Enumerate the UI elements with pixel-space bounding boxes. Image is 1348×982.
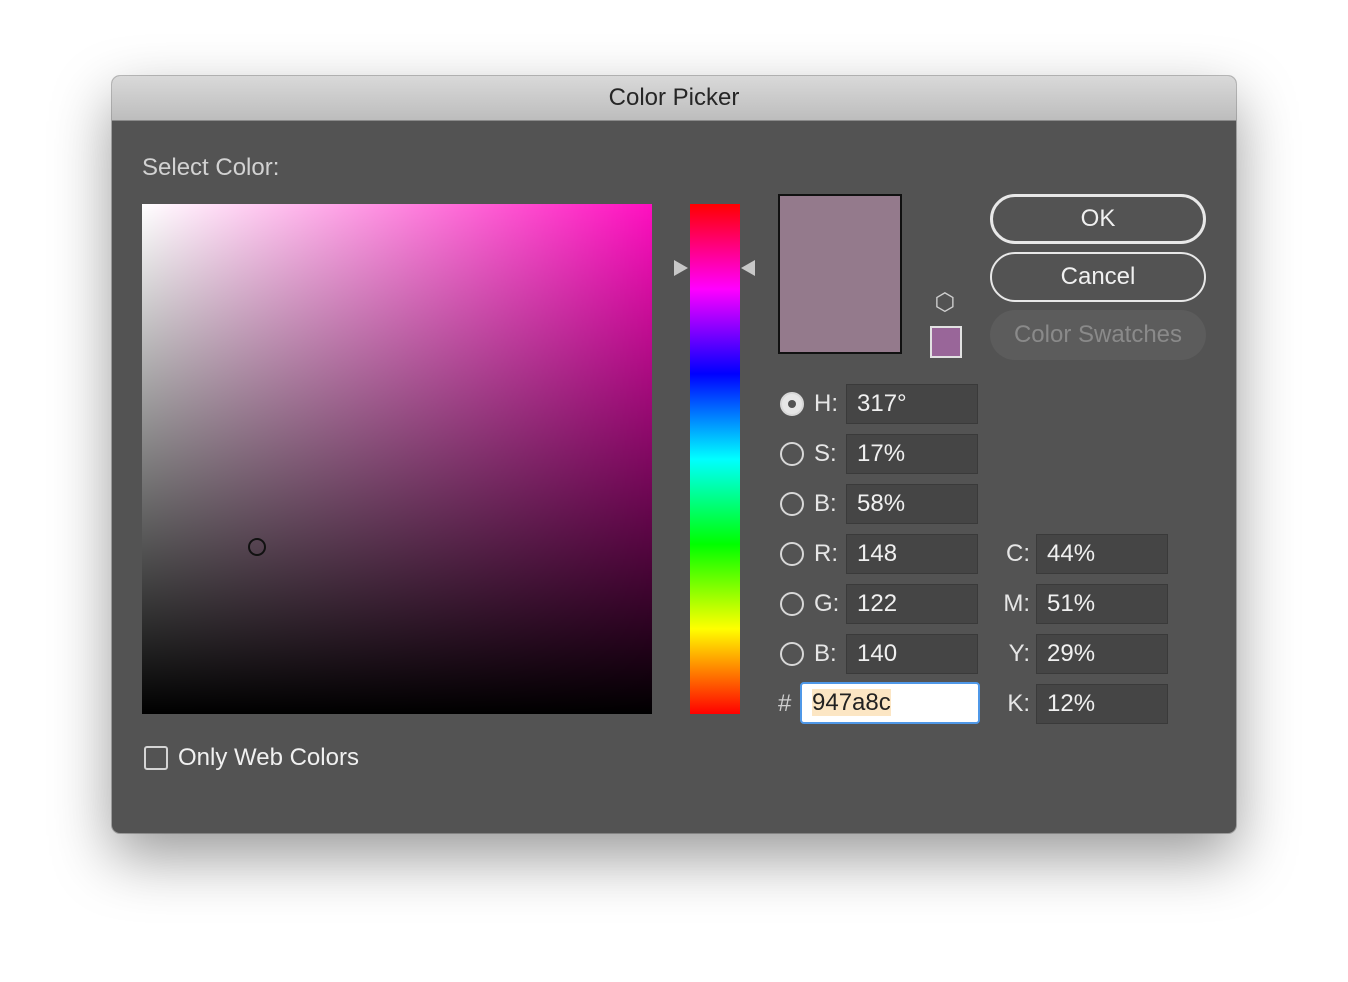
hue-label: H: (814, 390, 838, 417)
blue-input[interactable]: 140 (846, 634, 978, 674)
magenta-label: M: (1003, 590, 1030, 617)
hue-slider[interactable] (690, 204, 740, 714)
green-radio[interactable] (780, 592, 804, 616)
color-picker-dialog: Color Picker Select Color: ⬡ OK Cancel C… (112, 76, 1236, 833)
blue-radio[interactable] (780, 642, 804, 666)
black-input[interactable]: 12% (1036, 684, 1168, 724)
red-input[interactable]: 148 (846, 534, 978, 574)
red-radio[interactable] (780, 542, 804, 566)
saturation-radio[interactable] (780, 442, 804, 466)
cancel-button[interactable]: Cancel (990, 252, 1206, 302)
saturation-brightness-field[interactable] (142, 204, 652, 714)
red-label: R: (814, 540, 838, 567)
blue-label: B: (814, 640, 837, 667)
only-web-colors-label[interactable]: Only Web Colors (178, 744, 359, 772)
title-bar[interactable]: Color Picker (112, 76, 1236, 121)
hex-value: 947a8c (812, 689, 891, 716)
green-label: G: (814, 590, 840, 617)
saturation-label: S: (814, 440, 837, 467)
window-title: Color Picker (608, 84, 740, 111)
hue-slider-right-arrow-icon[interactable] (741, 260, 755, 276)
ok-button[interactable]: OK (990, 194, 1206, 244)
cyan-input[interactable]: 44% (1036, 534, 1168, 574)
hue-radio[interactable] (780, 392, 804, 416)
select-color-label: Select Color: (142, 154, 280, 181)
brightness-input[interactable]: 58% (846, 484, 978, 524)
magenta-input[interactable]: 51% (1036, 584, 1168, 624)
black-label: K: (1007, 690, 1030, 717)
yellow-label: Y: (1008, 640, 1030, 667)
brightness-radio[interactable] (780, 492, 804, 516)
green-input[interactable]: 122 (846, 584, 978, 624)
web-safe-color-swatch[interactable] (930, 326, 962, 358)
hex-prefix: # (778, 690, 792, 717)
only-web-colors-checkbox[interactable] (144, 746, 168, 770)
saturation-input[interactable]: 17% (846, 434, 978, 474)
current-color-preview (778, 194, 902, 354)
yellow-input[interactable]: 29% (1036, 634, 1168, 674)
brightness-label: B: (814, 490, 837, 517)
hue-slider-left-arrow-icon[interactable] (674, 260, 688, 276)
color-field-cursor[interactable] (248, 538, 266, 556)
color-swatches-button[interactable]: Color Swatches (990, 310, 1206, 360)
hue-input[interactable]: 317° (846, 384, 978, 424)
cyan-label: C: (1006, 540, 1030, 567)
cube-icon[interactable]: ⬡ (932, 290, 958, 316)
hex-input[interactable]: 947a8c (800, 682, 980, 724)
